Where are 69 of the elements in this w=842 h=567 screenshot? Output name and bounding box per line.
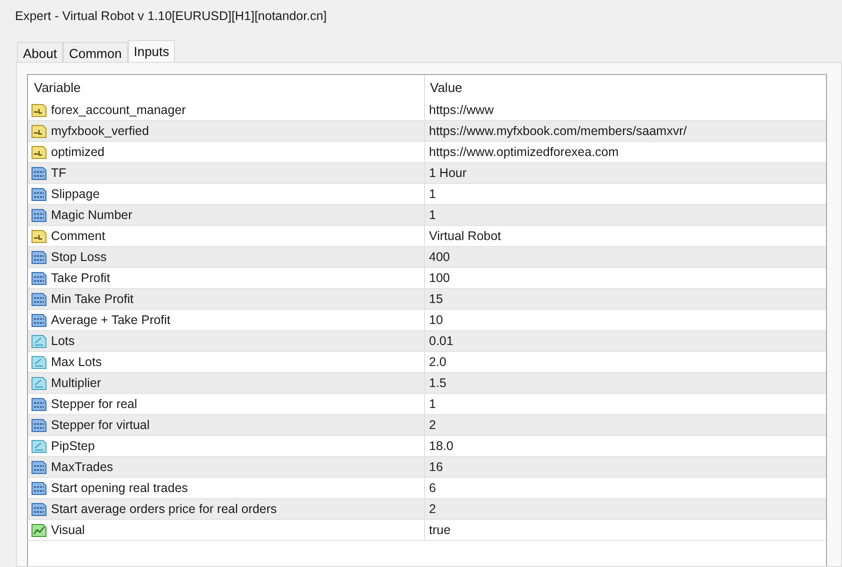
text-type-icon xyxy=(31,124,47,138)
variable-name: Min Take Profit xyxy=(51,292,134,306)
window-title: Expert - Virtual Robot v 1.10[EURUSD][H1][notandor.cn] xyxy=(15,9,327,23)
value-cell[interactable]: 15 xyxy=(429,292,443,306)
value-cell[interactable]: 400 xyxy=(429,250,450,264)
value-cell[interactable]: 10 xyxy=(429,313,443,327)
number-type-icon xyxy=(31,186,47,202)
value-cell[interactable]: 6 xyxy=(429,481,436,495)
value-cell[interactable]: 16 xyxy=(429,460,443,474)
value-cell[interactable]: 2 xyxy=(429,418,436,432)
number-type-icon xyxy=(31,166,47,180)
variable-name: forex_account_manager xyxy=(51,103,186,117)
tab[interactable]: Inputs xyxy=(128,40,176,62)
number-type-icon xyxy=(31,208,47,222)
number-type-icon xyxy=(31,292,47,306)
fraction-type-icon xyxy=(31,376,47,390)
value-cell[interactable]: 100 xyxy=(429,271,450,285)
value-cell[interactable]: 1 xyxy=(429,208,436,222)
variable-name: Stepper for real xyxy=(51,397,138,411)
value-cell[interactable]: 1 Hour xyxy=(429,166,467,180)
value-cell[interactable]: Virtual Robot xyxy=(429,229,502,243)
number-type-icon xyxy=(31,502,47,516)
variable-name: Take Profit xyxy=(51,271,110,285)
variable-name: Lots xyxy=(51,334,75,348)
variable-name: PipStep xyxy=(51,439,95,453)
variable-name: Comment xyxy=(51,229,106,243)
variable-name: Max Lots xyxy=(51,355,102,369)
value-cell[interactable]: 1.5 xyxy=(429,376,446,390)
tab[interactable]: Common xyxy=(62,42,128,62)
fraction-type-icon xyxy=(31,438,47,454)
text-type-icon xyxy=(31,102,47,118)
variable-name: myfxbook_verfied xyxy=(51,124,149,138)
value-cell[interactable]: 2 xyxy=(429,502,436,516)
number-type-icon xyxy=(31,480,47,496)
number-type-icon xyxy=(31,396,47,412)
fraction-type-icon xyxy=(31,354,47,370)
variable-name: Slippage xyxy=(51,187,100,201)
value-cell[interactable]: 2.0 xyxy=(429,355,446,369)
value-cell[interactable]: true xyxy=(429,523,451,537)
variable-name: Multiplier xyxy=(51,376,102,390)
variable-name: optimized xyxy=(51,145,104,159)
value-cell[interactable]: https://www xyxy=(429,103,494,117)
fraction-type-icon xyxy=(31,334,47,348)
value-cell[interactable]: https://www.myfxbook.com/members/saamxvr/ xyxy=(429,124,687,138)
number-type-icon xyxy=(31,250,47,264)
variable-name: Magic Number xyxy=(51,208,132,222)
text-type-icon xyxy=(31,228,47,244)
number-type-icon xyxy=(31,270,47,286)
tab[interactable]: About xyxy=(17,42,63,62)
column-header[interactable]: Variable xyxy=(28,75,425,100)
number-type-icon xyxy=(31,460,47,474)
number-type-icon xyxy=(31,418,47,432)
value-cell[interactable]: 1 xyxy=(429,187,436,201)
variable-name: MaxTrades xyxy=(51,460,114,474)
chart-type-icon xyxy=(31,522,47,538)
variable-name: Stepper for virtual xyxy=(51,418,150,432)
number-type-icon xyxy=(31,312,47,328)
variable-name: Visual xyxy=(51,523,85,537)
value-cell[interactable]: 0.01 xyxy=(429,334,454,348)
value-cell[interactable]: 18.0 xyxy=(429,439,454,453)
column-header[interactable]: Value xyxy=(425,75,826,100)
variable-name: Start opening real trades xyxy=(51,481,188,495)
variable-name: TF xyxy=(51,166,66,180)
text-type-icon xyxy=(31,144,47,160)
variable-name: Start average orders price for real orders xyxy=(51,502,277,516)
value-cell[interactable]: 1 xyxy=(429,397,436,411)
variable-name: Stop Loss xyxy=(51,250,107,264)
value-cell[interactable]: https://www.optimizedforexea.com xyxy=(429,145,619,159)
variable-name: Average + Take Profit xyxy=(51,313,170,327)
